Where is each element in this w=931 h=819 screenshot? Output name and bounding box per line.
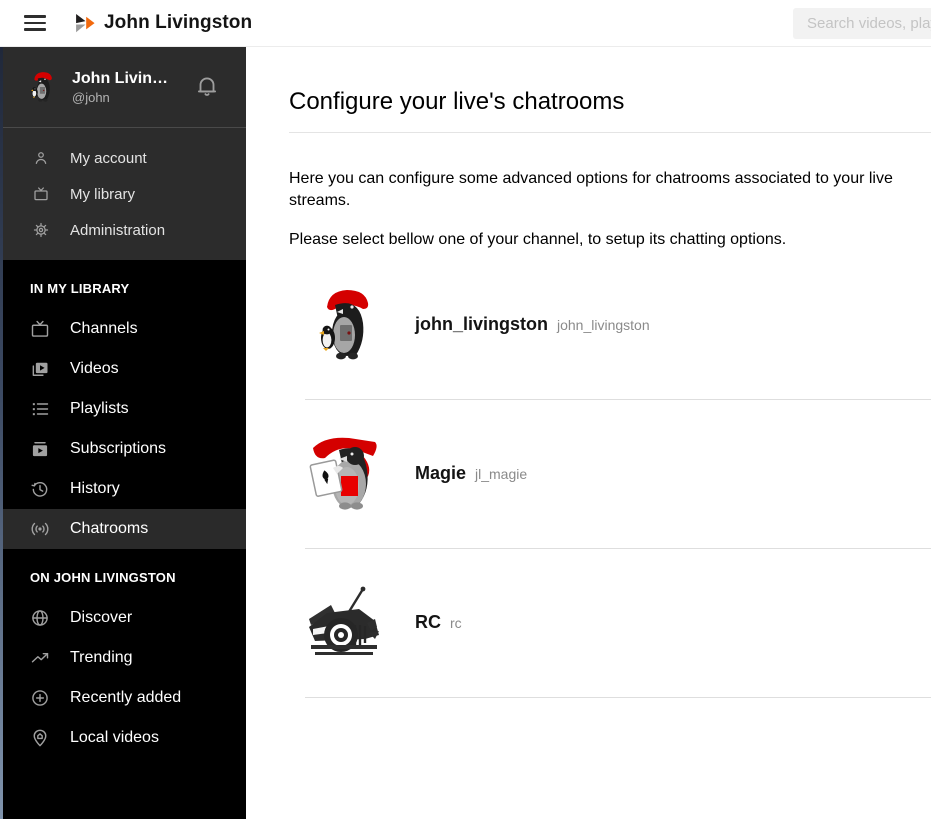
channel-name[interactable]: Magie	[415, 463, 466, 484]
page-title: Configure your live's chatrooms	[289, 88, 931, 133]
sidebar: John Livingston @john My account	[0, 47, 246, 819]
user-avatar[interactable]	[25, 70, 59, 104]
section-title: ON JOHN LIVINGSTON	[30, 570, 176, 585]
sidebar-item-trending[interactable]: Trending	[0, 638, 246, 678]
globe-icon	[30, 608, 50, 628]
videos-icon	[30, 359, 50, 379]
sidebar-item-channels[interactable]: Channels	[0, 309, 246, 349]
sidebar-item-label: Channels	[70, 320, 138, 337]
sidebar-item-subscriptions[interactable]: Subscriptions	[0, 429, 246, 469]
channel-row-john-livingston[interactable]: john_livingston john_livingston	[305, 251, 931, 400]
sidebar-user-block: John Livingston @john	[0, 47, 246, 128]
peertube-logo-icon[interactable]	[74, 13, 95, 34]
history-icon	[30, 479, 50, 499]
sidebar-item-playlists[interactable]: Playlists	[0, 389, 246, 429]
instruction-text: Please select bellow one of your channel…	[289, 231, 787, 249]
sidebar-item-administration[interactable]: Administration	[0, 218, 246, 242]
gear-icon	[33, 222, 49, 238]
channel-handle: john_livingston	[557, 317, 650, 334]
sidebar-item-label: Local videos	[70, 729, 159, 746]
sidebar-item-label: History	[70, 480, 120, 497]
channel-handle: jl_magie	[475, 466, 528, 483]
plus-circle-icon	[30, 688, 50, 708]
channel-text: RC rc	[415, 612, 462, 633]
search-input[interactable]	[793, 8, 931, 39]
sidebar-item-label: Recently added	[70, 689, 182, 706]
menu-toggle-icon[interactable]	[24, 15, 46, 31]
channel-avatar-penguin[interactable]	[305, 285, 385, 365]
sidebar-item-discover[interactable]: Discover	[0, 598, 246, 638]
user-icon	[33, 150, 49, 166]
sidebar-item-history[interactable]: History	[0, 469, 246, 509]
peertube-app: John Livingston John Livingston @john	[0, 0, 931, 819]
channel-name[interactable]: john_livingston	[415, 314, 548, 335]
intro-text: Here you can configure some advanced opt…	[289, 170, 893, 209]
library-section: IN MY LIBRARY Channels Videos Playlists …	[0, 260, 246, 549]
user-meta: John Livingston @john	[72, 70, 171, 105]
instance-title[interactable]: John Livingston	[104, 12, 252, 34]
channel-text: Magie jl_magie	[415, 463, 527, 484]
top-header: John Livingston	[0, 0, 931, 47]
trending-icon	[30, 648, 50, 668]
tv-icon	[30, 319, 50, 339]
channel-avatar-rc-car[interactable]	[305, 583, 385, 663]
sidebar-item-label: Trending	[70, 649, 133, 666]
live-broadcast-icon	[30, 519, 50, 539]
sidebar-item-label: Administration	[70, 221, 166, 239]
sidebar-item-my-library[interactable]: My library	[0, 182, 246, 206]
playlist-icon	[30, 399, 50, 419]
channel-row-rc[interactable]: RC rc	[305, 549, 931, 698]
sidebar-item-label: My library	[70, 185, 136, 203]
main-content: Configure your live's chatrooms Here you…	[246, 47, 931, 819]
sidebar-item-local-videos[interactable]: Local videos	[0, 718, 246, 758]
channel-avatar-magician-penguin[interactable]	[305, 434, 385, 514]
subscriptions-icon	[30, 439, 50, 459]
sidebar-item-label: Playlists	[70, 400, 129, 417]
sidebar-item-label: Discover	[70, 609, 133, 626]
sidebar-scrollbar[interactable]	[0, 47, 3, 819]
user-display-name[interactable]: John Livingston	[72, 70, 171, 88]
user-handle: @john	[72, 89, 110, 105]
channel-name[interactable]: RC	[415, 612, 441, 633]
sidebar-item-my-account[interactable]: My account	[0, 146, 246, 170]
instance-section: ON JOHN LIVINGSTON Discover Trending Rec…	[0, 549, 246, 758]
account-links: My account My library Administration	[0, 128, 246, 260]
sidebar-item-label: Subscriptions	[70, 440, 167, 457]
sidebar-item-videos[interactable]: Videos	[0, 349, 246, 389]
sidebar-item-label: Chatrooms	[70, 520, 149, 537]
channel-text: john_livingston john_livingston	[415, 314, 650, 335]
section-title: IN MY LIBRARY	[30, 281, 130, 296]
home-pin-icon	[30, 728, 50, 748]
notifications-bell-icon[interactable]	[194, 73, 220, 101]
sidebar-item-chatrooms[interactable]: Chatrooms	[0, 509, 246, 549]
sidebar-item-label: My account	[70, 149, 147, 167]
channel-list: john_livingston john_livingston Magie jl…	[305, 251, 931, 698]
channel-row-magie[interactable]: Magie jl_magie	[305, 400, 931, 549]
channel-handle: rc	[450, 615, 462, 632]
tv-icon	[33, 186, 49, 202]
sidebar-item-recently-added[interactable]: Recently added	[0, 678, 246, 718]
sidebar-item-label: Videos	[70, 360, 119, 377]
